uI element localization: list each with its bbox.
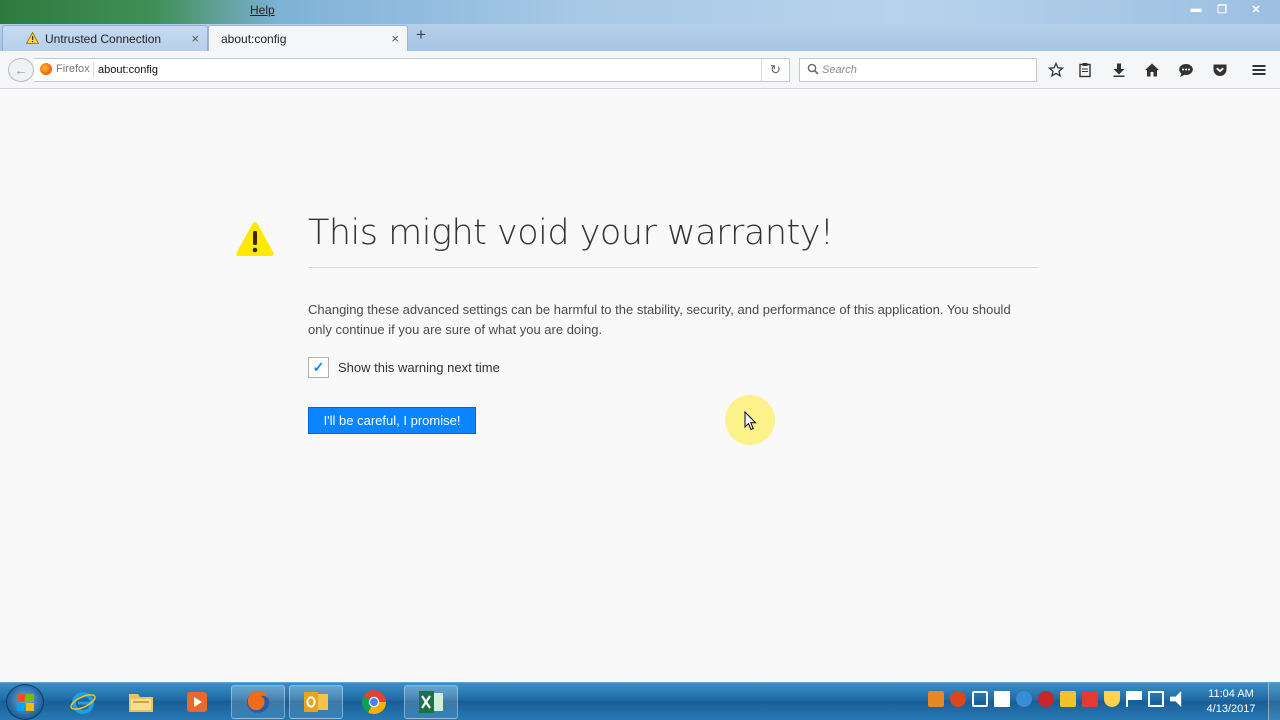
reading-list-icon[interactable]: [1075, 61, 1095, 79]
tray-app-icon[interactable]: [1060, 691, 1076, 707]
windows-taskbar: 11:04 AM 4/13/2017: [0, 682, 1280, 720]
url-separator: [93, 62, 94, 78]
warning-icon: [26, 32, 39, 44]
url-bar[interactable]: Firefox about:config ↻: [34, 58, 790, 82]
tray-volume-icon[interactable]: [1170, 691, 1182, 707]
accept-risk-button[interactable]: I'll be careful, I promise!: [308, 407, 476, 434]
maximize-button[interactable]: ❐: [1210, 1, 1234, 17]
back-button[interactable]: ←: [8, 58, 34, 82]
search-input[interactable]: [822, 62, 1032, 78]
pocket-icon[interactable]: [1210, 61, 1230, 79]
tab-about-config[interactable]: about:config ×: [208, 25, 408, 51]
chrome-icon[interactable]: [347, 685, 401, 719]
window-title-bar: Help ▬ ❐ ✕: [0, 0, 1280, 24]
warning-icon: [236, 222, 274, 256]
window-controls: ▬ ❐ ✕: [1184, 1, 1276, 17]
tab-strip: Untrusted Connection × about:config × +: [0, 24, 1280, 51]
downloads-icon[interactable]: [1109, 61, 1129, 79]
search-icon: [807, 63, 819, 75]
minimize-button[interactable]: ▬: [1184, 1, 1208, 17]
page-title: This might void your warranty!: [308, 213, 834, 253]
tray-bluetooth-icon[interactable]: [1016, 691, 1032, 707]
tray-app-icon[interactable]: [1038, 691, 1054, 707]
show-warning-label[interactable]: Show this warning next time: [338, 360, 500, 375]
internet-explorer-icon[interactable]: [56, 685, 110, 719]
show-warning-checkbox[interactable]: ✓: [308, 357, 329, 378]
tab-close-icon[interactable]: ×: [391, 31, 399, 46]
tray-pdf-icon[interactable]: [994, 691, 1010, 707]
tray-network-icon[interactable]: [1148, 691, 1164, 707]
tray-monitor-icon[interactable]: [972, 691, 988, 707]
file-explorer-icon[interactable]: [114, 685, 168, 719]
taskbar-clock[interactable]: 11:04 AM 4/13/2017: [1200, 687, 1262, 717]
clock-time: 11:04 AM: [1208, 688, 1254, 700]
tab-label: about:config: [221, 31, 287, 46]
bookmark-star-icon[interactable]: [1046, 61, 1066, 79]
warning-description: Changing these advanced settings can be …: [308, 302, 1011, 337]
clock-date: 4/13/2017: [1206, 703, 1256, 715]
new-tab-button[interactable]: +: [416, 25, 426, 45]
about-config-warning-page: This might void your warranty! Changing …: [0, 89, 1280, 682]
tray-flag-icon[interactable]: [1126, 691, 1142, 707]
navigation-toolbar: ← Firefox about:config ↻: [0, 51, 1280, 89]
excel-icon[interactable]: [404, 685, 458, 719]
tray-app-icon[interactable]: [950, 691, 966, 707]
home-icon[interactable]: [1142, 61, 1162, 79]
tray-app-icon[interactable]: [928, 691, 944, 707]
tab-label: Untrusted Connection: [45, 31, 162, 46]
outlook-icon[interactable]: [289, 685, 343, 719]
site-identity[interactable]: Firefox: [40, 63, 90, 75]
close-window-button[interactable]: ✕: [1236, 1, 1276, 17]
system-tray: [928, 691, 1186, 707]
firefox-icon[interactable]: [231, 685, 285, 719]
identity-label: Firefox: [56, 63, 90, 75]
menu-help[interactable]: Help: [250, 3, 275, 17]
chat-icon[interactable]: [1176, 61, 1196, 79]
firefox-icon: [40, 63, 52, 75]
show-warning-option[interactable]: ✓ Show this warning next time: [308, 357, 500, 378]
start-button[interactable]: [6, 684, 44, 720]
windows-logo-icon: [17, 694, 34, 711]
url-text[interactable]: about:config: [98, 64, 158, 76]
tray-security-icon[interactable]: [1082, 691, 1098, 707]
title-divider: [308, 267, 1038, 268]
show-desktop-button[interactable]: [1268, 683, 1280, 720]
search-bar[interactable]: [799, 58, 1037, 82]
reload-button[interactable]: ↻: [761, 59, 789, 81]
media-player-icon[interactable]: [170, 685, 224, 719]
tray-shield-icon[interactable]: [1104, 691, 1120, 707]
tab-untrusted-connection[interactable]: Untrusted Connection ×: [2, 25, 208, 51]
menu-icon[interactable]: [1249, 61, 1269, 79]
mouse-cursor-icon: [744, 411, 757, 431]
tab-close-icon[interactable]: ×: [191, 31, 199, 46]
